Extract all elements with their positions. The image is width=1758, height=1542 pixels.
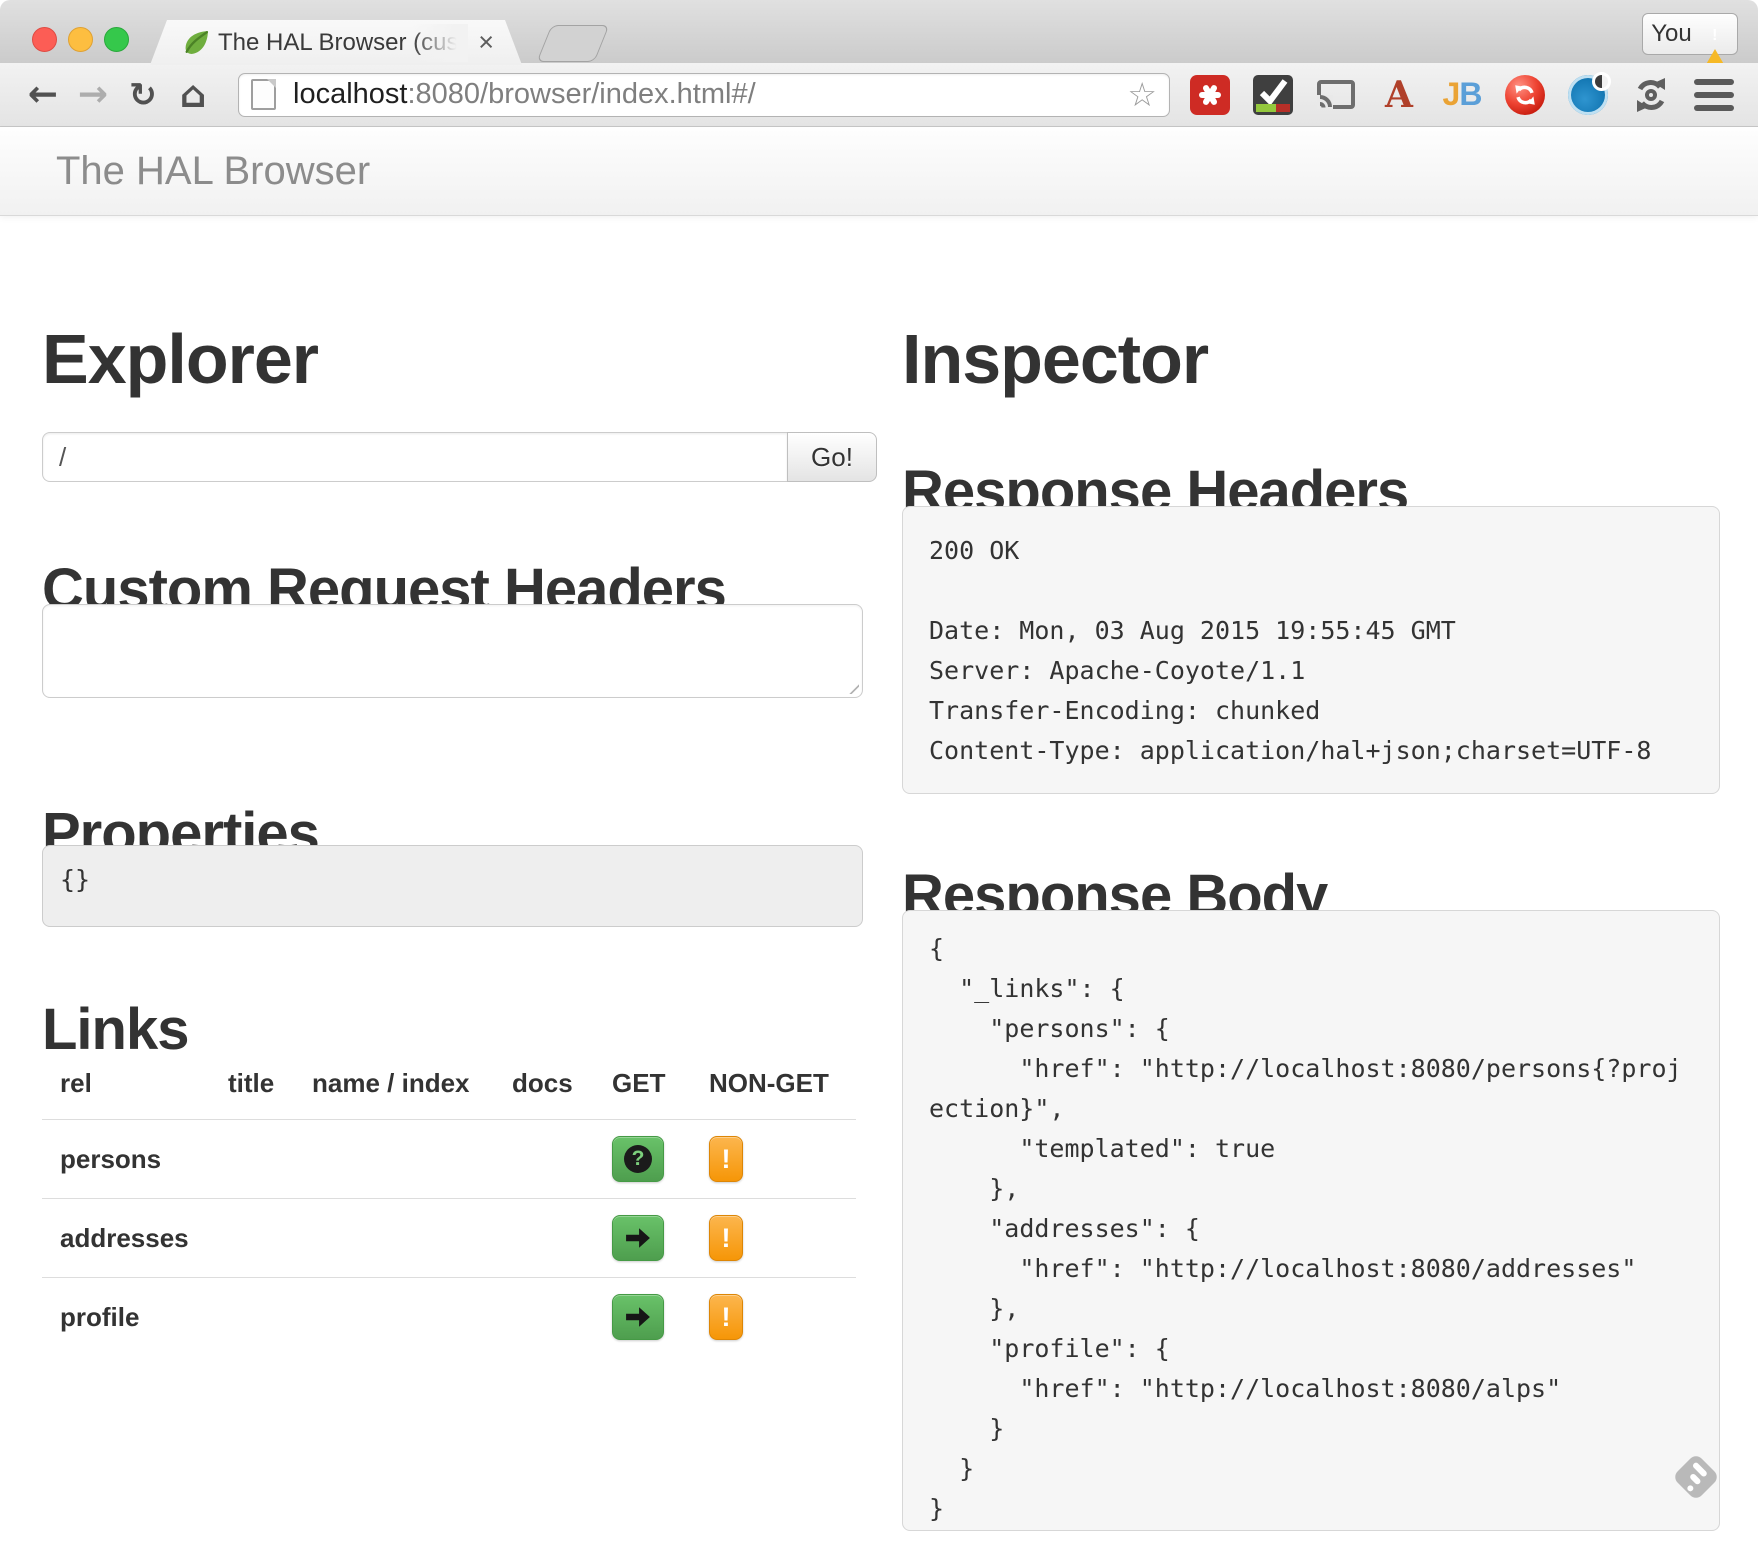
lastpass-extension-icon[interactable] [1190, 75, 1230, 115]
url-host: localhost [293, 78, 407, 110]
tab-title-fade [412, 24, 468, 62]
properties-box[interactable]: {} [42, 845, 863, 927]
red-sync-extension-icon[interactable] [1505, 75, 1545, 115]
col-title: title [210, 1040, 294, 1120]
explorer-address-input[interactable] [42, 432, 787, 482]
exclamation-icon: ! [722, 1302, 731, 1333]
hal-browser-screenshot: { "chrome": { "tab_title": "The HAL Brow… [0, 0, 1758, 1542]
address-bar[interactable]: localhost:8080/browser/index.html#/ ☆ [238, 73, 1170, 117]
refresh-arrows-icon [1511, 81, 1539, 109]
url-path: :8080/browser/index.html#/ [407, 78, 755, 110]
links-table-header-row: rel title name / index docs GET NON-GET [42, 1040, 856, 1120]
docs-cell [494, 1278, 594, 1357]
extension-icons-row: A JB [1190, 75, 1734, 115]
col-get: GET [594, 1040, 691, 1120]
home-button[interactable]: ⌂ [174, 65, 212, 125]
title-cell [210, 1199, 294, 1278]
site-navbar: The HAL Browser [0, 127, 1758, 216]
tab-strip: The HAL Browser (customiz × You ! [0, 0, 1758, 64]
get-button[interactable]: ? [612, 1136, 664, 1182]
arrow-right-icon [625, 1227, 651, 1249]
checker-extension-icon[interactable] [1253, 75, 1293, 115]
letter-a: A [1385, 74, 1413, 116]
col-docs: docs [494, 1040, 594, 1120]
spring-leaf-favicon [182, 28, 211, 57]
reload-button[interactable]: ↻ [124, 65, 162, 125]
col-non-get: NON-GET [691, 1040, 856, 1120]
get-button[interactable]: ? [612, 1294, 664, 1340]
arrow-right-icon [625, 1306, 651, 1328]
exclamation-icon: ! [722, 1144, 731, 1175]
explorer-heading: Explorer [42, 323, 318, 397]
title-cell [210, 1278, 294, 1357]
jetbrains-extension-icon[interactable]: JB [1442, 75, 1482, 115]
response-headers-box: 200 OK Date: Mon, 03 Aug 2015 19:55:45 G… [902, 506, 1720, 794]
name-index-cell [294, 1199, 494, 1278]
back-button[interactable]: ← [24, 65, 62, 125]
rel-label: profile [42, 1278, 210, 1357]
docs-cell [494, 1199, 594, 1278]
response-body-box: { "_links": { "persons": { "href": "http… [902, 910, 1720, 1531]
custom-request-headers-textarea[interactable] [42, 604, 863, 698]
bookmark-star-icon[interactable]: ☆ [1127, 75, 1157, 114]
col-name-index: name / index [294, 1040, 494, 1120]
browser-tab[interactable]: The HAL Browser (customiz × [150, 20, 522, 65]
inspector-heading: Inspector [902, 323, 1208, 397]
letter-b: B [1459, 76, 1481, 113]
page-icon [251, 79, 276, 110]
site-brand: The HAL Browser [56, 127, 370, 215]
window-minimize-button[interactable] [68, 27, 93, 52]
contrast-dot-icon [1592, 72, 1611, 91]
name-index-cell [294, 1120, 494, 1199]
chromecast-extension-icon[interactable] [1316, 75, 1356, 115]
profile-you-button[interactable]: You ! [1642, 13, 1738, 55]
link-row-persons: persons ? ! [42, 1120, 856, 1199]
rotate-arrows-icon [1631, 75, 1671, 115]
get-button[interactable]: ? [612, 1215, 664, 1261]
asterisk-icon [1190, 75, 1230, 115]
exclamation-icon: ! [722, 1223, 731, 1254]
col-rel: rel [42, 1040, 210, 1120]
properties-value: {} [60, 865, 90, 894]
cast-icon [1316, 75, 1356, 115]
letter-a-extension-icon[interactable]: A [1379, 75, 1419, 115]
non-get-button[interactable]: ! [709, 1294, 743, 1340]
non-get-button[interactable]: ! [709, 1136, 743, 1182]
title-cell [210, 1120, 294, 1199]
you-label: You [1651, 20, 1692, 48]
question-icon: ? [624, 1145, 652, 1173]
forward-button[interactable]: → [74, 65, 112, 125]
window-close-button[interactable] [32, 27, 57, 52]
docs-cell [494, 1120, 594, 1199]
browser-toolbar: ← → ↻ ⌂ localhost:8080/browser/index.htm… [0, 63, 1758, 127]
go-button[interactable]: Go! [787, 432, 877, 482]
letter-j: J [1443, 76, 1460, 113]
rel-label: persons [42, 1120, 210, 1199]
window-zoom-button[interactable] [104, 27, 129, 52]
history-sync-extension-icon[interactable] [1631, 75, 1671, 115]
tab-close-icon[interactable]: × [478, 27, 494, 57]
status-stripes [1256, 104, 1290, 112]
warning-triangle-icon: ! [1701, 22, 1729, 46]
non-get-button[interactable]: ! [709, 1215, 743, 1261]
new-tab-button[interactable] [537, 25, 610, 62]
url-text: localhost:8080/browser/index.html#/ [293, 78, 756, 111]
name-index-cell [294, 1278, 494, 1357]
chrome-menu-button[interactable] [1694, 75, 1734, 115]
blue-circle-extension-icon[interactable] [1568, 75, 1608, 115]
links-table: rel title name / index docs GET NON-GET … [42, 1040, 856, 1356]
link-row-profile: profile ? ! [42, 1278, 856, 1357]
rel-label: addresses [42, 1199, 210, 1278]
link-row-addresses: addresses ? ! [42, 1199, 856, 1278]
